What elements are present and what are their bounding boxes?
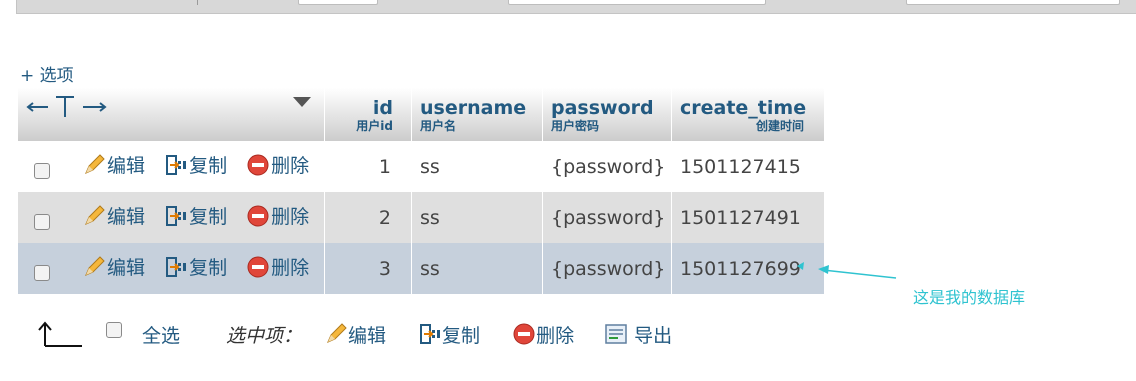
cell-create-time[interactable]: 1501127415 xyxy=(671,141,825,192)
header-password[interactable]: password 用户密码 xyxy=(542,88,672,141)
header-username-comment: 用户名 xyxy=(420,118,457,133)
bulk-export-button[interactable]: 导出 xyxy=(604,321,672,348)
cell-username[interactable]: ss xyxy=(411,243,543,294)
bulk-copy-label[interactable]: 复制 xyxy=(442,321,480,348)
delete-button[interactable]: 删除 xyxy=(246,151,309,178)
header-id[interactable]: id 用户id xyxy=(324,88,412,141)
header-username[interactable]: username 用户名 xyxy=(411,88,543,141)
options-toggle-label[interactable]: + 选项 xyxy=(20,66,74,86)
copy-label[interactable]: 复制 xyxy=(189,253,227,280)
table-row[interactable]: 编辑 复制 删除 1 ss {password} 1501127415 xyxy=(18,141,825,192)
row-actions: 编辑 复制 删除 xyxy=(18,141,325,192)
export-icon xyxy=(604,322,628,346)
cell-id[interactable]: 3 xyxy=(324,243,412,294)
copy-label[interactable]: 复制 xyxy=(189,151,227,178)
delete-circle-icon xyxy=(512,322,536,346)
copy-label[interactable]: 复制 xyxy=(189,202,227,229)
pencil-icon xyxy=(82,255,106,279)
cell-username[interactable]: ss xyxy=(411,141,543,192)
bulk-copy-button[interactable]: 复制 xyxy=(418,321,480,348)
edit-button[interactable]: 编辑 xyxy=(82,202,145,229)
toolbar-field[interactable] xyxy=(906,0,1120,5)
cell-password[interactable]: {password} xyxy=(542,141,672,192)
row-checkbox[interactable] xyxy=(34,265,50,282)
bulk-edit-label[interactable]: 编辑 xyxy=(348,321,386,348)
toolbar-field[interactable] xyxy=(298,0,378,5)
header-create-time[interactable]: create_time 创建时间 xyxy=(671,88,825,141)
bulk-edit-button[interactable]: 编辑 xyxy=(324,321,386,348)
bulk-delete-button[interactable]: 删除 xyxy=(512,321,574,348)
cell-username[interactable]: ss xyxy=(411,192,543,243)
header-create-time-comment: 创建时间 xyxy=(755,118,804,133)
row-checkbox[interactable] xyxy=(34,214,50,231)
results-table: id 用户id username 用户名 password 用户密码 creat… xyxy=(18,88,825,294)
cell-password[interactable]: {password} xyxy=(542,192,672,243)
delete-circle-icon xyxy=(246,204,270,228)
header-id-comment: 用户id xyxy=(356,118,393,133)
cell-create-time[interactable]: 1501127699 xyxy=(671,243,825,294)
bulk-actions-bar: 全选 选中项： 编辑 复制 删除 导出 xyxy=(36,316,672,352)
table-row[interactable]: 编辑 复制 删除 2 ss {password} 1501127491 xyxy=(18,192,825,243)
with-selected-label: 选中项： xyxy=(226,324,303,347)
header-actions-cell xyxy=(18,88,325,141)
delete-label[interactable]: 删除 xyxy=(271,253,309,280)
delete-label[interactable]: 删除 xyxy=(271,202,309,229)
edit-button[interactable]: 编辑 xyxy=(82,253,145,280)
header-id-name[interactable]: id xyxy=(325,97,393,119)
copy-button[interactable]: 复制 xyxy=(164,202,227,229)
select-all-checkbox[interactable] xyxy=(106,322,122,338)
copy-insert-icon xyxy=(418,322,442,346)
copy-button[interactable]: 复制 xyxy=(164,253,227,280)
row-checkbox[interactable] xyxy=(34,163,50,180)
row-actions: 编辑 复制 删除 xyxy=(18,192,325,243)
header-username-name[interactable]: username xyxy=(420,97,542,119)
cell-id[interactable]: 2 xyxy=(324,192,412,243)
select-arrow-up-icon xyxy=(38,321,82,347)
cell-password[interactable]: {password} xyxy=(542,243,672,294)
cell-create-time[interactable]: 1501127491 xyxy=(671,192,825,243)
delete-circle-icon xyxy=(246,255,270,279)
delete-button[interactable]: 删除 xyxy=(246,253,309,280)
delete-circle-icon xyxy=(246,153,270,177)
toolbar-separator xyxy=(197,0,198,5)
top-toolbar xyxy=(16,0,1136,14)
column-resize-arrows-icon[interactable] xyxy=(26,94,108,118)
edit-label[interactable]: 编辑 xyxy=(107,202,145,229)
dropdown-triangle-icon[interactable] xyxy=(292,96,312,108)
table-row[interactable]: 编辑 复制 删除 3 ss {password} 1501127699 xyxy=(18,243,825,294)
annotation-note: 这是我的数据库 xyxy=(913,288,1026,307)
pencil-icon xyxy=(324,322,348,346)
cell-id[interactable]: 1 xyxy=(324,141,412,192)
copy-insert-icon xyxy=(164,204,188,228)
delete-button[interactable]: 删除 xyxy=(246,202,309,229)
row-actions: 编辑 复制 删除 xyxy=(18,243,325,294)
edit-label[interactable]: 编辑 xyxy=(107,151,145,178)
bulk-export-label[interactable]: 导出 xyxy=(634,321,672,348)
bulk-delete-label[interactable]: 删除 xyxy=(536,321,574,348)
table-header-row: id 用户id username 用户名 password 用户密码 creat… xyxy=(18,88,825,141)
edit-button[interactable]: 编辑 xyxy=(82,151,145,178)
edit-label[interactable]: 编辑 xyxy=(107,253,145,280)
pencil-icon xyxy=(82,153,106,177)
copy-insert-icon xyxy=(164,153,188,177)
options-toggle[interactable]: + 选项 xyxy=(20,61,74,86)
header-password-comment: 用户密码 xyxy=(551,118,600,133)
toolbar-field[interactable] xyxy=(508,0,766,5)
select-all-label[interactable]: 全选 xyxy=(142,321,180,348)
header-password-name[interactable]: password xyxy=(551,97,671,119)
delete-label[interactable]: 删除 xyxy=(271,151,309,178)
pencil-icon xyxy=(82,204,106,228)
header-create-time-name[interactable]: create_time xyxy=(680,97,820,119)
copy-button[interactable]: 复制 xyxy=(164,151,227,178)
copy-insert-icon xyxy=(164,255,188,279)
